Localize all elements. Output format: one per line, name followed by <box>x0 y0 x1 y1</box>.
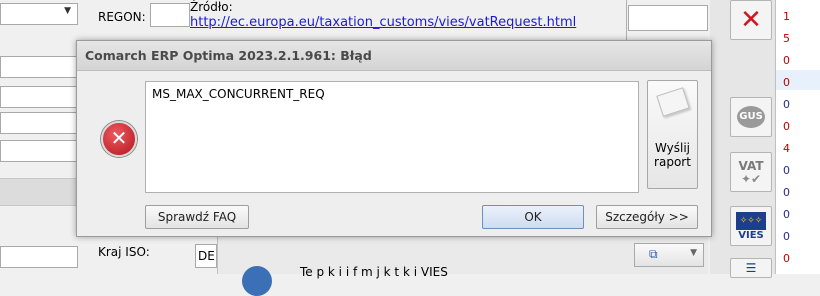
top-dropdown[interactable]: ▼ <box>0 3 78 25</box>
background-form-left <box>0 0 80 274</box>
list-icon: ☰ <box>745 261 757 275</box>
ok-button[interactable]: OK <box>482 205 584 229</box>
row-number: 0 <box>783 186 790 199</box>
chevron-down-icon: ▼ <box>690 248 697 258</box>
gus-icon: GUS <box>737 106 765 128</box>
row-number: 0 <box>783 164 790 177</box>
left-field-5[interactable] <box>0 246 78 268</box>
faq-button[interactable]: Sprawdź FAQ <box>145 205 249 229</box>
chevron-down-icon: ▼ <box>64 6 71 16</box>
vies-button[interactable]: ✧✧✧ VIES <box>730 206 772 246</box>
row-number: 0 <box>783 120 790 133</box>
top-right-field[interactable] <box>628 5 708 31</box>
send-report-button[interactable]: Wyślij raport <box>647 80 698 189</box>
eu-flag-icon: ✧✧✧ <box>736 211 766 230</box>
left-field-3[interactable] <box>0 112 78 134</box>
vertical-divider <box>626 0 627 40</box>
copy-icon: ⧉ <box>649 247 658 261</box>
row-number: 0 <box>783 76 790 89</box>
left-gray-band <box>0 178 78 206</box>
left-field-4[interactable] <box>0 140 78 162</box>
info-text: Te p k i i f m j k t k i VIES <box>300 265 448 279</box>
dialog-title[interactable]: Comarch ERP Optima 2023.2.1.961: Błąd <box>77 41 711 71</box>
send-report-label-2: raport <box>654 155 691 169</box>
source-label: Źródło: <box>190 0 233 14</box>
row-number: 0 <box>783 252 790 265</box>
row-number: 5 <box>783 32 790 45</box>
kraj-iso-field[interactable]: DE <box>195 244 217 268</box>
gus-button[interactable]: GUS <box>730 97 772 137</box>
copy-split-button[interactable]: ⧉ ▼ <box>634 243 704 267</box>
kraj-iso-value: DE <box>198 249 215 263</box>
info-icon <box>242 266 272 296</box>
close-button[interactable]: ✕ <box>730 0 772 40</box>
error-message-text: MS_MAX_CONCURRENT_REQ <box>152 87 325 101</box>
details-button[interactable]: Szczegóły >> <box>596 205 698 229</box>
left-field-1[interactable] <box>0 56 78 78</box>
regon-label: REGON: <box>98 10 146 24</box>
source-link[interactable]: http://ec.europa.eu/taxation_customs/vie… <box>190 15 576 30</box>
regon-field[interactable] <box>150 3 190 27</box>
error-x-icon: ✕ <box>101 121 137 157</box>
vies-label: VIES <box>738 229 764 241</box>
error-dialog: Comarch ERP Optima 2023.2.1.961: Błąd ✕ … <box>76 40 712 237</box>
row-number: 0 <box>783 98 790 111</box>
right-column-field <box>775 0 820 274</box>
row-number: 0 <box>783 230 790 243</box>
kraj-iso-label: Kraj ISO: <box>98 245 150 259</box>
vat-label: VAT <box>738 159 764 173</box>
check-icon: ✦✔ <box>740 172 762 186</box>
error-message-box[interactable]: MS_MAX_CONCURRENT_REQ <box>145 81 639 193</box>
left-field-2[interactable] <box>0 86 78 108</box>
vat-button[interactable]: VAT ✦✔ <box>730 152 772 192</box>
row-number: 0 <box>783 208 790 221</box>
list-button[interactable]: ☰ <box>730 258 772 278</box>
paper-icon <box>655 87 690 117</box>
row-number: 1 <box>783 10 790 23</box>
send-report-label-1: Wyślij <box>654 141 690 155</box>
row-number: 4 <box>783 142 790 155</box>
red-x-icon: ✕ <box>740 5 762 35</box>
row-number: 0 <box>783 54 790 67</box>
